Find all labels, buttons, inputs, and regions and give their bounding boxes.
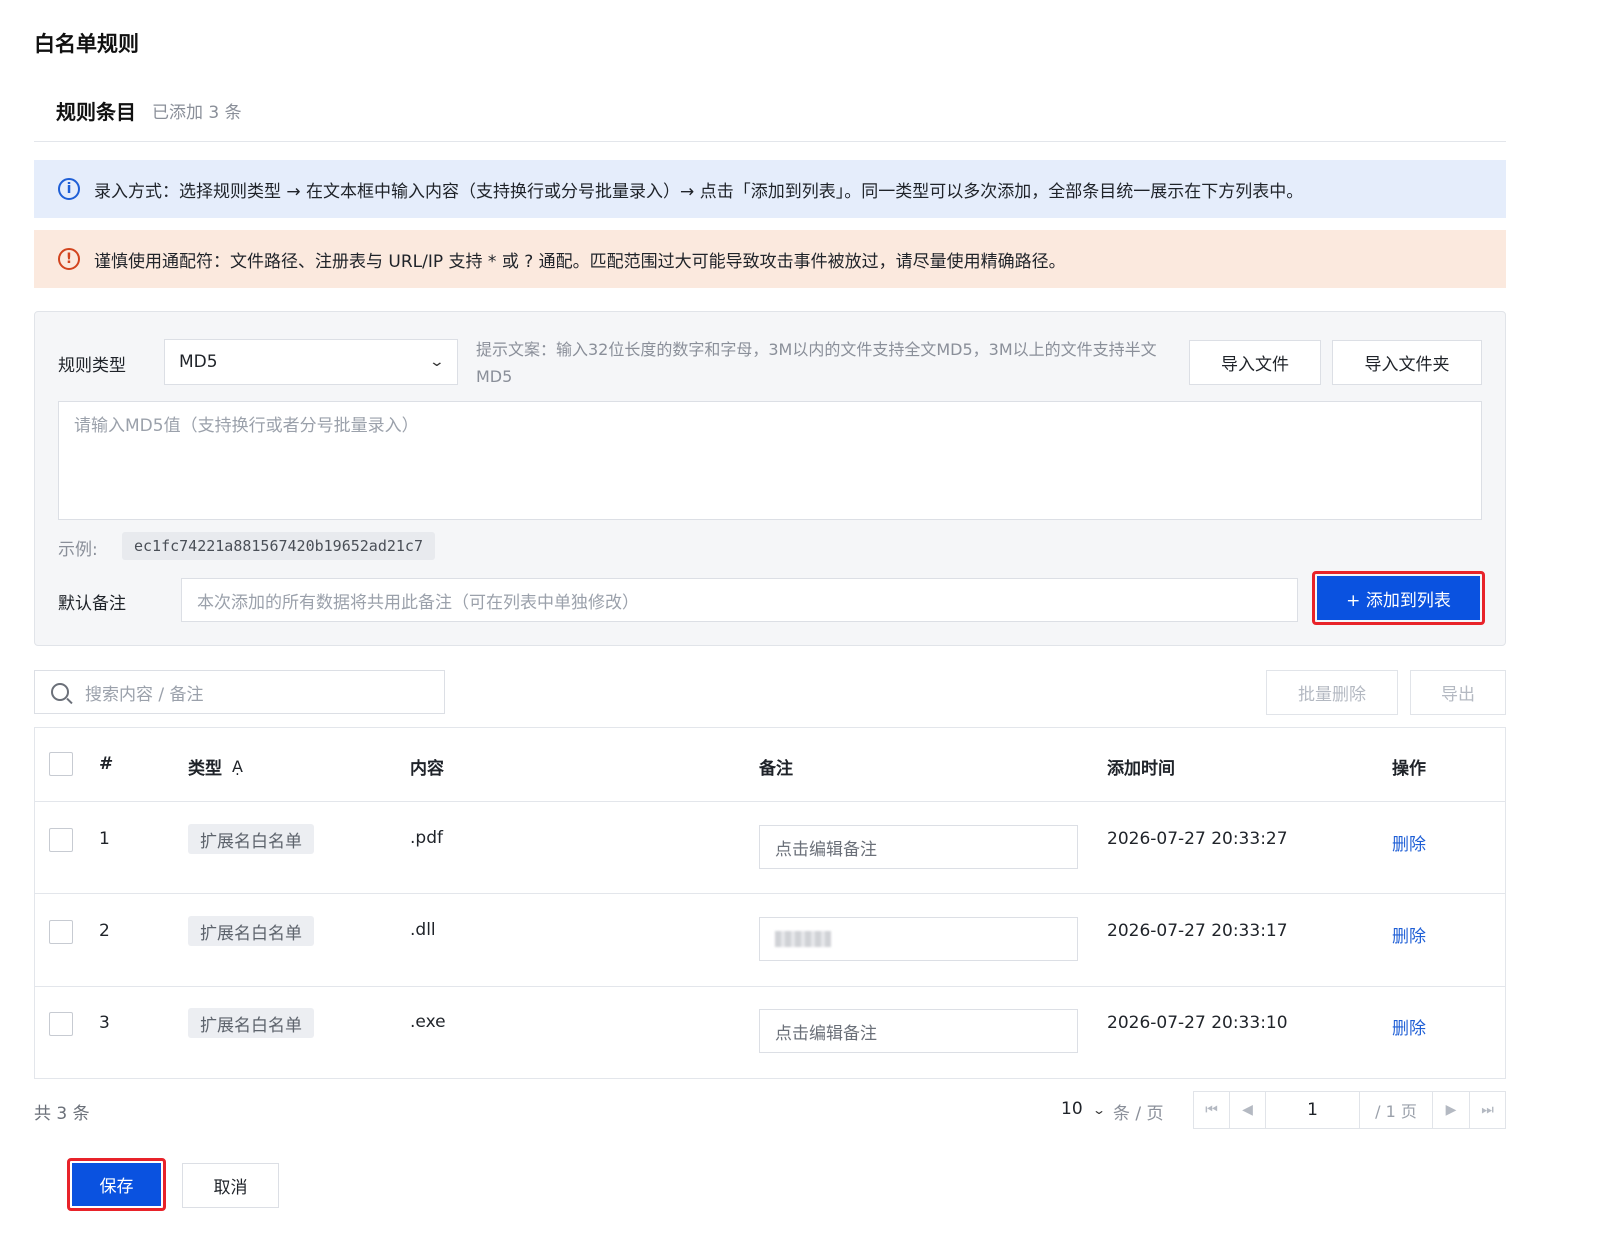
page-size-value: 10 [1061, 1099, 1083, 1119]
row-content: .pdf [410, 828, 443, 848]
redacted-remark [775, 931, 831, 947]
page-total: / 1 页 [1375, 1102, 1417, 1121]
search-input[interactable]: 搜索内容 / 备注 [34, 670, 445, 714]
column-remark: 备注 [759, 759, 793, 779]
table-header-divider [34, 801, 1506, 802]
row-index: 3 [99, 1013, 110, 1033]
chevron-down-icon: ⌄ [1092, 1103, 1107, 1117]
rule-type-label: 规则类型 [58, 356, 126, 376]
rule-type-hint: 提示文案：输入32位长度的数字和字母，3M以内的文件支持全文MD5，3M以上的文… [476, 340, 1157, 386]
column-content: 内容 [410, 759, 444, 779]
info-circle-icon: i [58, 178, 80, 200]
pager: ⏮ ◀ 1 / 1 页 ▶ ⏭ [1193, 1091, 1506, 1129]
chevron-down-icon: ⌄ [428, 354, 446, 370]
info-alert-text: 录入方式：选择规则类型 → 在文本框中输入内容（支持换行或分号批量录入）→ 点击… [94, 181, 1304, 202]
search-placeholder: 搜索内容 / 备注 [85, 684, 204, 705]
import-folder-button[interactable]: 导入文件夹 [1332, 340, 1482, 385]
column-action: 操作 [1392, 759, 1426, 779]
table-row-divider [34, 986, 1506, 987]
next-page-icon[interactable]: ▶ [1433, 1092, 1469, 1128]
row-checkbox[interactable] [49, 1012, 73, 1036]
section-title: 规则条目 [56, 100, 136, 124]
save-button[interactable]: 保存 [72, 1163, 161, 1206]
default-note-label: 默认备注 [58, 594, 126, 614]
column-time: 添加时间 [1107, 759, 1175, 779]
page-title: 白名单规则 [34, 32, 139, 56]
row-content: .exe [410, 1012, 446, 1032]
add-to-list-button[interactable]: + 添加到列表 [1317, 576, 1480, 620]
rule-type-select[interactable]: MD5 ⌄ [164, 339, 458, 385]
warning-alert: ! 谨慎使用通配符：文件路径、注册表与 URL/IP 支持 * 或 ? 通配。匹… [34, 230, 1506, 288]
info-alert: i 录入方式：选择规则类型 → 在文本框中输入内容（支持换行或分号批量录入）→ … [34, 160, 1506, 218]
warning-alert-text: 谨慎使用通配符：文件路径、注册表与 URL/IP 支持 * 或 ? 通配。匹配范… [94, 251, 1066, 272]
column-index: # [99, 754, 114, 774]
remark-input[interactable] [759, 917, 1078, 961]
row-index: 1 [99, 829, 110, 849]
export-button[interactable]: 导出 [1410, 670, 1506, 715]
row-index: 2 [99, 921, 110, 941]
table-row-divider [34, 893, 1506, 894]
last-page-icon[interactable]: ⏭ [1470, 1092, 1505, 1128]
column-type[interactable]: 类型 Ạ [188, 754, 243, 779]
row-checkbox[interactable] [49, 828, 73, 852]
row-content: .dll [410, 920, 436, 940]
section-count: 已添加 3 条 [152, 103, 242, 123]
delete-link[interactable]: 删除 [1392, 1014, 1426, 1039]
search-icon [51, 683, 69, 701]
select-all-checkbox[interactable] [49, 752, 73, 776]
rule-type-value: MD5 [179, 352, 218, 372]
section-divider [34, 141, 1506, 142]
delete-link[interactable]: 删除 [1392, 922, 1426, 947]
type-tag: 扩展名白名单 [188, 824, 314, 854]
batch-delete-button[interactable]: 批量删除 [1266, 670, 1398, 715]
cancel-button[interactable]: 取消 [182, 1163, 279, 1208]
import-file-button[interactable]: 导入文件 [1189, 340, 1321, 385]
filter-icon[interactable]: Ạ [232, 757, 243, 776]
row-time: 2026-07-27 20:33:10 [1107, 1013, 1288, 1033]
delete-link[interactable]: 删除 [1392, 830, 1426, 855]
page-size-unit: 条 / 页 [1113, 1104, 1164, 1124]
total-count: 共 3 条 [34, 1104, 90, 1124]
prev-page-icon[interactable]: ◀ [1230, 1092, 1265, 1128]
page-size-select[interactable]: 10 ⌄ [1061, 1099, 1107, 1119]
row-time: 2026-07-27 20:33:27 [1107, 829, 1288, 849]
warning-circle-icon: ! [58, 248, 80, 270]
first-page-icon[interactable]: ⏮ [1194, 1092, 1229, 1128]
column-type-label: 类型 [188, 759, 222, 779]
row-checkbox[interactable] [49, 920, 73, 944]
example-label: 示例: [58, 540, 98, 560]
rule-content-textarea[interactable]: 请输入MD5值（支持换行或者分号批量录入） [58, 401, 1482, 520]
remark-input[interactable]: 点击编辑备注 [759, 1009, 1078, 1053]
example-value: ec1fc74221a881567420b19652ad21c7 [122, 532, 435, 560]
default-note-input[interactable]: 本次添加的所有数据将共用此备注（可在列表中单独修改） [181, 578, 1298, 622]
type-tag: 扩展名白名单 [188, 1008, 314, 1038]
type-tag: 扩展名白名单 [188, 916, 314, 946]
page-number-input[interactable]: 1 [1266, 1092, 1359, 1128]
remark-input[interactable]: 点击编辑备注 [759, 825, 1078, 869]
row-time: 2026-07-27 20:33:17 [1107, 921, 1288, 941]
